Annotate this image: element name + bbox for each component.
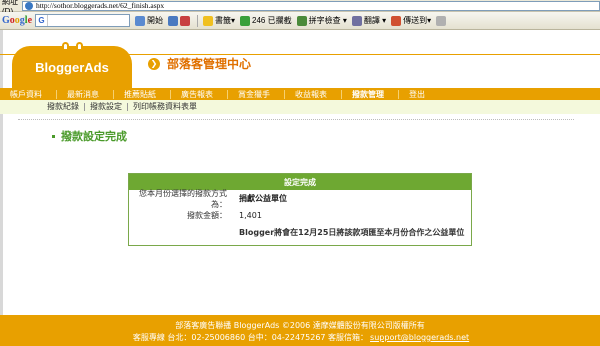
sendto-icon <box>391 15 402 26</box>
nav-item-bounty-hunter[interactable]: 賞金獵手 <box>228 89 285 99</box>
window-left-border <box>0 30 3 346</box>
nav-item-stickers[interactable]: 推薦貼紙 <box>114 89 171 99</box>
google-search-input[interactable]: G <box>35 14 131 27</box>
sub-nav: 撥款紀錄 撥款設定 列印帳務資料表單 <box>0 100 600 114</box>
payout-note: Blogger將會在12月25日將該款項匯至本月份合作之公益單位 <box>239 228 465 237</box>
url-text: http://sothor.bloggerads.net/62_finish.a… <box>36 1 165 10</box>
toolbar-separator <box>197 14 199 27</box>
go-button[interactable]: 開始 <box>135 15 163 26</box>
toolbar-icons-group[interactable] <box>168 15 192 26</box>
nav-item-payout[interactable]: 撥款管理 <box>342 89 399 99</box>
bloggerads-logo[interactable]: BloggerAds <box>12 42 132 88</box>
news-icon <box>168 15 179 26</box>
bullet-icon <box>52 134 55 138</box>
method-row: 您本月份選擇的撥款方式為： 捐獻公益單位 <box>129 188 471 209</box>
spellcheck-button[interactable]: 拼字檢查 ▾ <box>296 15 347 26</box>
result-panel: 設定完成 您本月份選擇的撥款方式為： 捐獻公益單位 撥款金額： 1,401 Bl… <box>128 173 472 246</box>
arrow-right-icon: ❯ <box>148 57 160 70</box>
footer: 部落客廣告聯播 BloggerAds ©2006 達摩媒體股份有限公司版權所有 … <box>0 315 600 346</box>
footer-contact-text: 客服專線 台北：02-25006860 台中：04-22475267 客服信箱： <box>132 333 369 342</box>
footer-copyright: 部落客廣告聯播 BloggerAds ©2006 達摩媒體股份有限公司版權所有 <box>175 321 425 330</box>
bookmarks-button[interactable]: 書籤▾ <box>203 15 235 26</box>
amount-label: 撥款金額： <box>187 211 227 220</box>
settings-button[interactable] <box>436 15 448 26</box>
nav-item-account[interactable]: 帳戶資料 <box>0 89 57 99</box>
amount-value: 1,401 <box>239 211 262 220</box>
nav-item-earnings[interactable]: 收益報表 <box>285 89 342 99</box>
google-g-icon: G <box>36 15 49 26</box>
amount-row: 撥款金額： 1,401 <box>129 207 471 224</box>
popup-blocked-button[interactable]: 246 已攔截 <box>240 15 292 26</box>
nav-item-ad-reports[interactable]: 廣告報表 <box>171 89 228 99</box>
subnav-payout-records[interactable]: 撥款紀錄 <box>42 103 85 111</box>
nav-item-news[interactable]: 最新消息 <box>57 89 114 99</box>
search-go-icon <box>135 15 146 26</box>
method-label: 您本月份選擇的撥款方式為： <box>139 188 227 209</box>
logo-eyes-icon <box>62 42 84 49</box>
subnav-print-form[interactable]: 列印帳務資料表單 <box>128 103 202 111</box>
page-heading: ❯ 部落客管理中心 <box>148 55 251 72</box>
translate-button[interactable]: 翻譯 ▾ <box>351 15 386 26</box>
google-logo: Google <box>2 15 33 26</box>
google-toolbar: Google G 開始 書籤▾ 246 已攔截 拼字檢查 ▾ 翻譯 ▾ 傳送到▾ <box>0 12 600 30</box>
note-row: Blogger將會在12月25日將該款項匯至本月份合作之公益單位 <box>129 224 471 241</box>
spellcheck-icon <box>296 15 307 26</box>
wrench-icon <box>436 15 447 26</box>
dotted-divider <box>18 119 574 120</box>
page-title: 撥款設定完成 <box>52 128 127 144</box>
ie-page-icon <box>25 1 33 10</box>
translate-icon <box>351 15 362 26</box>
method-value: 捐獻公益單位 <box>239 194 287 203</box>
main-nav: 帳戶資料 最新消息 推薦貼紙 廣告報表 賞金獵手 收益報表 撥款管理 登出 <box>0 88 600 100</box>
footer-contact: 客服專線 台北：02-25006860 台中：04-22475267 客服信箱：… <box>0 332 600 344</box>
nav-item-logout[interactable]: 登出 <box>399 90 439 99</box>
sendto-button[interactable]: 傳送到▾ <box>391 15 431 26</box>
popup-blocker-icon <box>240 15 251 26</box>
url-field[interactable]: http://sothor.bloggerads.net/62_finish.a… <box>22 0 600 11</box>
pagerank-icon <box>180 15 191 26</box>
star-icon <box>203 15 214 26</box>
support-email-link[interactable]: support@bloggerads.net <box>370 333 469 342</box>
subnav-payout-settings[interactable]: 撥款設定 <box>85 103 128 111</box>
address-bar: 網址(D) http://sothor.bloggerads.net/62_fi… <box>0 0 600 16</box>
